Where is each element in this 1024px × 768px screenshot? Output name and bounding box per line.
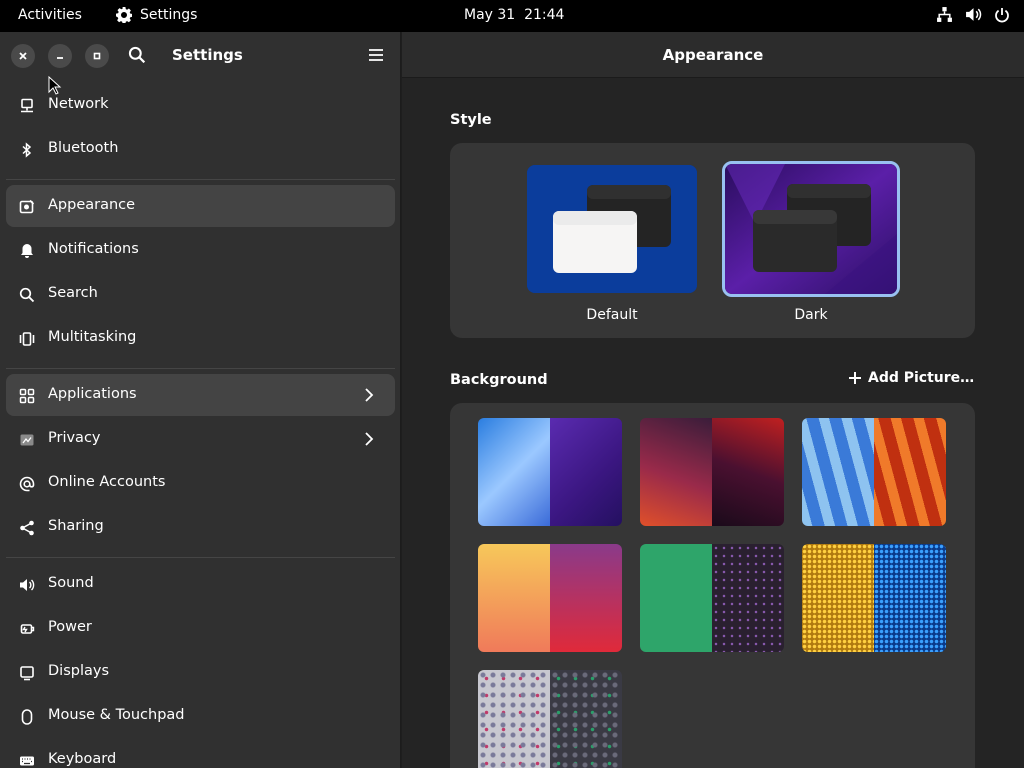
clock[interactable]: May 31 21:44 — [464, 7, 564, 23]
chevron-right-icon — [364, 387, 374, 407]
sidebar-item-mouse-touchpad[interactable]: Mouse & Touchpad — [6, 695, 395, 737]
search-icon — [18, 286, 36, 304]
sidebar-item-label: Multitasking — [48, 329, 137, 345]
dark-style-preview — [725, 164, 897, 294]
hamburger-menu-icon — [369, 49, 383, 61]
default-style-preview — [527, 165, 697, 293]
privacy-icon — [18, 431, 36, 449]
divider — [6, 557, 395, 558]
search-button[interactable] — [128, 46, 146, 68]
sidebar-title: Settings — [172, 46, 243, 64]
sidebar-item-search[interactable]: Search — [6, 273, 395, 315]
style-card: Default Dark — [450, 143, 975, 338]
network-icon — [18, 97, 36, 115]
sidebar-item-label: Online Accounts — [48, 474, 166, 490]
background-card — [450, 403, 975, 768]
apps-grid-icon — [18, 387, 36, 405]
top-bar: Activities Settings May 31 21:44 — [0, 0, 1024, 32]
appearance-icon — [18, 198, 36, 216]
style-option-dark[interactable] — [722, 161, 900, 297]
style-option-label: Dark — [794, 307, 828, 323]
at-icon — [18, 475, 36, 493]
sidebar-item-applications[interactable]: Applications — [6, 374, 395, 416]
sidebar-item-sound[interactable]: Sound — [6, 563, 395, 605]
appearance-panel: Appearance Style Default Dark Background… — [402, 32, 1024, 768]
bell-icon — [18, 242, 36, 260]
share-icon — [18, 519, 36, 537]
sidebar-item-privacy[interactable]: Privacy — [6, 418, 395, 460]
speaker-icon — [18, 576, 36, 594]
display-icon — [18, 664, 36, 682]
sidebar-item-label: Network — [48, 96, 109, 112]
search-icon — [128, 46, 146, 64]
sidebar-item-label: Privacy — [48, 430, 101, 446]
activities-button[interactable]: Activities — [18, 7, 82, 23]
style-option-label: Default — [586, 307, 638, 323]
sidebar-item-label: Keyboard — [48, 751, 117, 767]
system-tray[interactable] — [936, 6, 1010, 23]
wallpaper-thumbnail[interactable] — [478, 544, 622, 652]
keyboard-icon — [18, 752, 36, 768]
sidebar-item-appearance[interactable]: Appearance — [6, 185, 395, 227]
sidebar-item-label: Power — [48, 619, 92, 635]
sidebar-item-multitasking[interactable]: Multitasking — [6, 317, 395, 359]
wallpaper-thumbnail[interactable] — [478, 670, 622, 768]
minimize-button[interactable] — [48, 44, 72, 68]
sidebar-item-network[interactable]: Network — [6, 84, 395, 126]
wallpaper-thumbnail[interactable] — [478, 418, 622, 526]
wallpaper-thumbnail[interactable] — [640, 418, 784, 526]
panel-header: Appearance — [402, 32, 1024, 78]
sidebar-header: Settings — [0, 32, 400, 78]
add-picture-label: Add Picture… — [868, 370, 975, 386]
page-title: Appearance — [662, 46, 764, 64]
power-icon — [994, 7, 1010, 23]
background-heading: Background — [450, 372, 548, 388]
style-option-default[interactable] — [527, 165, 697, 293]
close-button[interactable] — [11, 44, 35, 68]
sidebar-item-sharing[interactable]: Sharing — [6, 506, 395, 548]
close-icon — [19, 52, 27, 60]
mouse-pointer-icon — [48, 76, 62, 95]
sidebar-item-online-accounts[interactable]: Online Accounts — [6, 462, 395, 504]
sidebar-item-keyboard[interactable]: Keyboard — [6, 739, 395, 768]
power-plug-icon — [18, 620, 36, 638]
sidebar-item-label: Applications — [48, 386, 137, 402]
minimize-icon — [57, 57, 63, 59]
divider — [6, 179, 395, 180]
sidebar-item-label: Mouse & Touchpad — [48, 707, 185, 723]
chevron-right-icon — [364, 431, 374, 451]
gear-icon — [116, 7, 132, 23]
wallpaper-thumbnail[interactable] — [802, 544, 946, 652]
sidebar-item-label: Displays — [48, 663, 110, 679]
app-name: Settings — [140, 7, 198, 23]
sidebar-item-label: Bluetooth — [48, 140, 119, 156]
sidebar: Settings Network Bluetooth Appearance No… — [0, 32, 401, 768]
sidebar-item-notifications[interactable]: Notifications — [6, 229, 395, 271]
add-picture-button[interactable]: Add Picture… — [848, 370, 974, 386]
plus-icon — [849, 372, 861, 384]
network-wired-icon — [936, 6, 953, 23]
maximize-button[interactable] — [85, 44, 109, 68]
divider — [6, 368, 395, 369]
multitasking-icon — [18, 330, 36, 348]
app-menu[interactable]: Settings — [116, 7, 197, 23]
sidebar-item-label: Sound — [48, 575, 94, 591]
style-heading: Style — [450, 112, 492, 128]
maximize-icon — [93, 52, 101, 60]
mouse-icon — [18, 708, 36, 726]
sidebar-item-label: Notifications — [48, 241, 139, 257]
sidebar-item-bluetooth[interactable]: Bluetooth — [6, 128, 395, 170]
sidebar-item-power[interactable]: Power — [6, 607, 395, 649]
sidebar-item-displays[interactable]: Displays — [6, 651, 395, 693]
volume-icon — [965, 6, 982, 23]
sidebar-item-label: Appearance — [48, 197, 136, 213]
sidebar-item-label: Sharing — [48, 518, 104, 534]
wallpaper-thumbnail[interactable] — [640, 544, 784, 652]
sidebar-item-label: Search — [48, 285, 98, 301]
bluetooth-icon — [18, 141, 36, 159]
wallpaper-thumbnail[interactable] — [802, 418, 946, 526]
main-menu-button[interactable] — [368, 47, 384, 66]
